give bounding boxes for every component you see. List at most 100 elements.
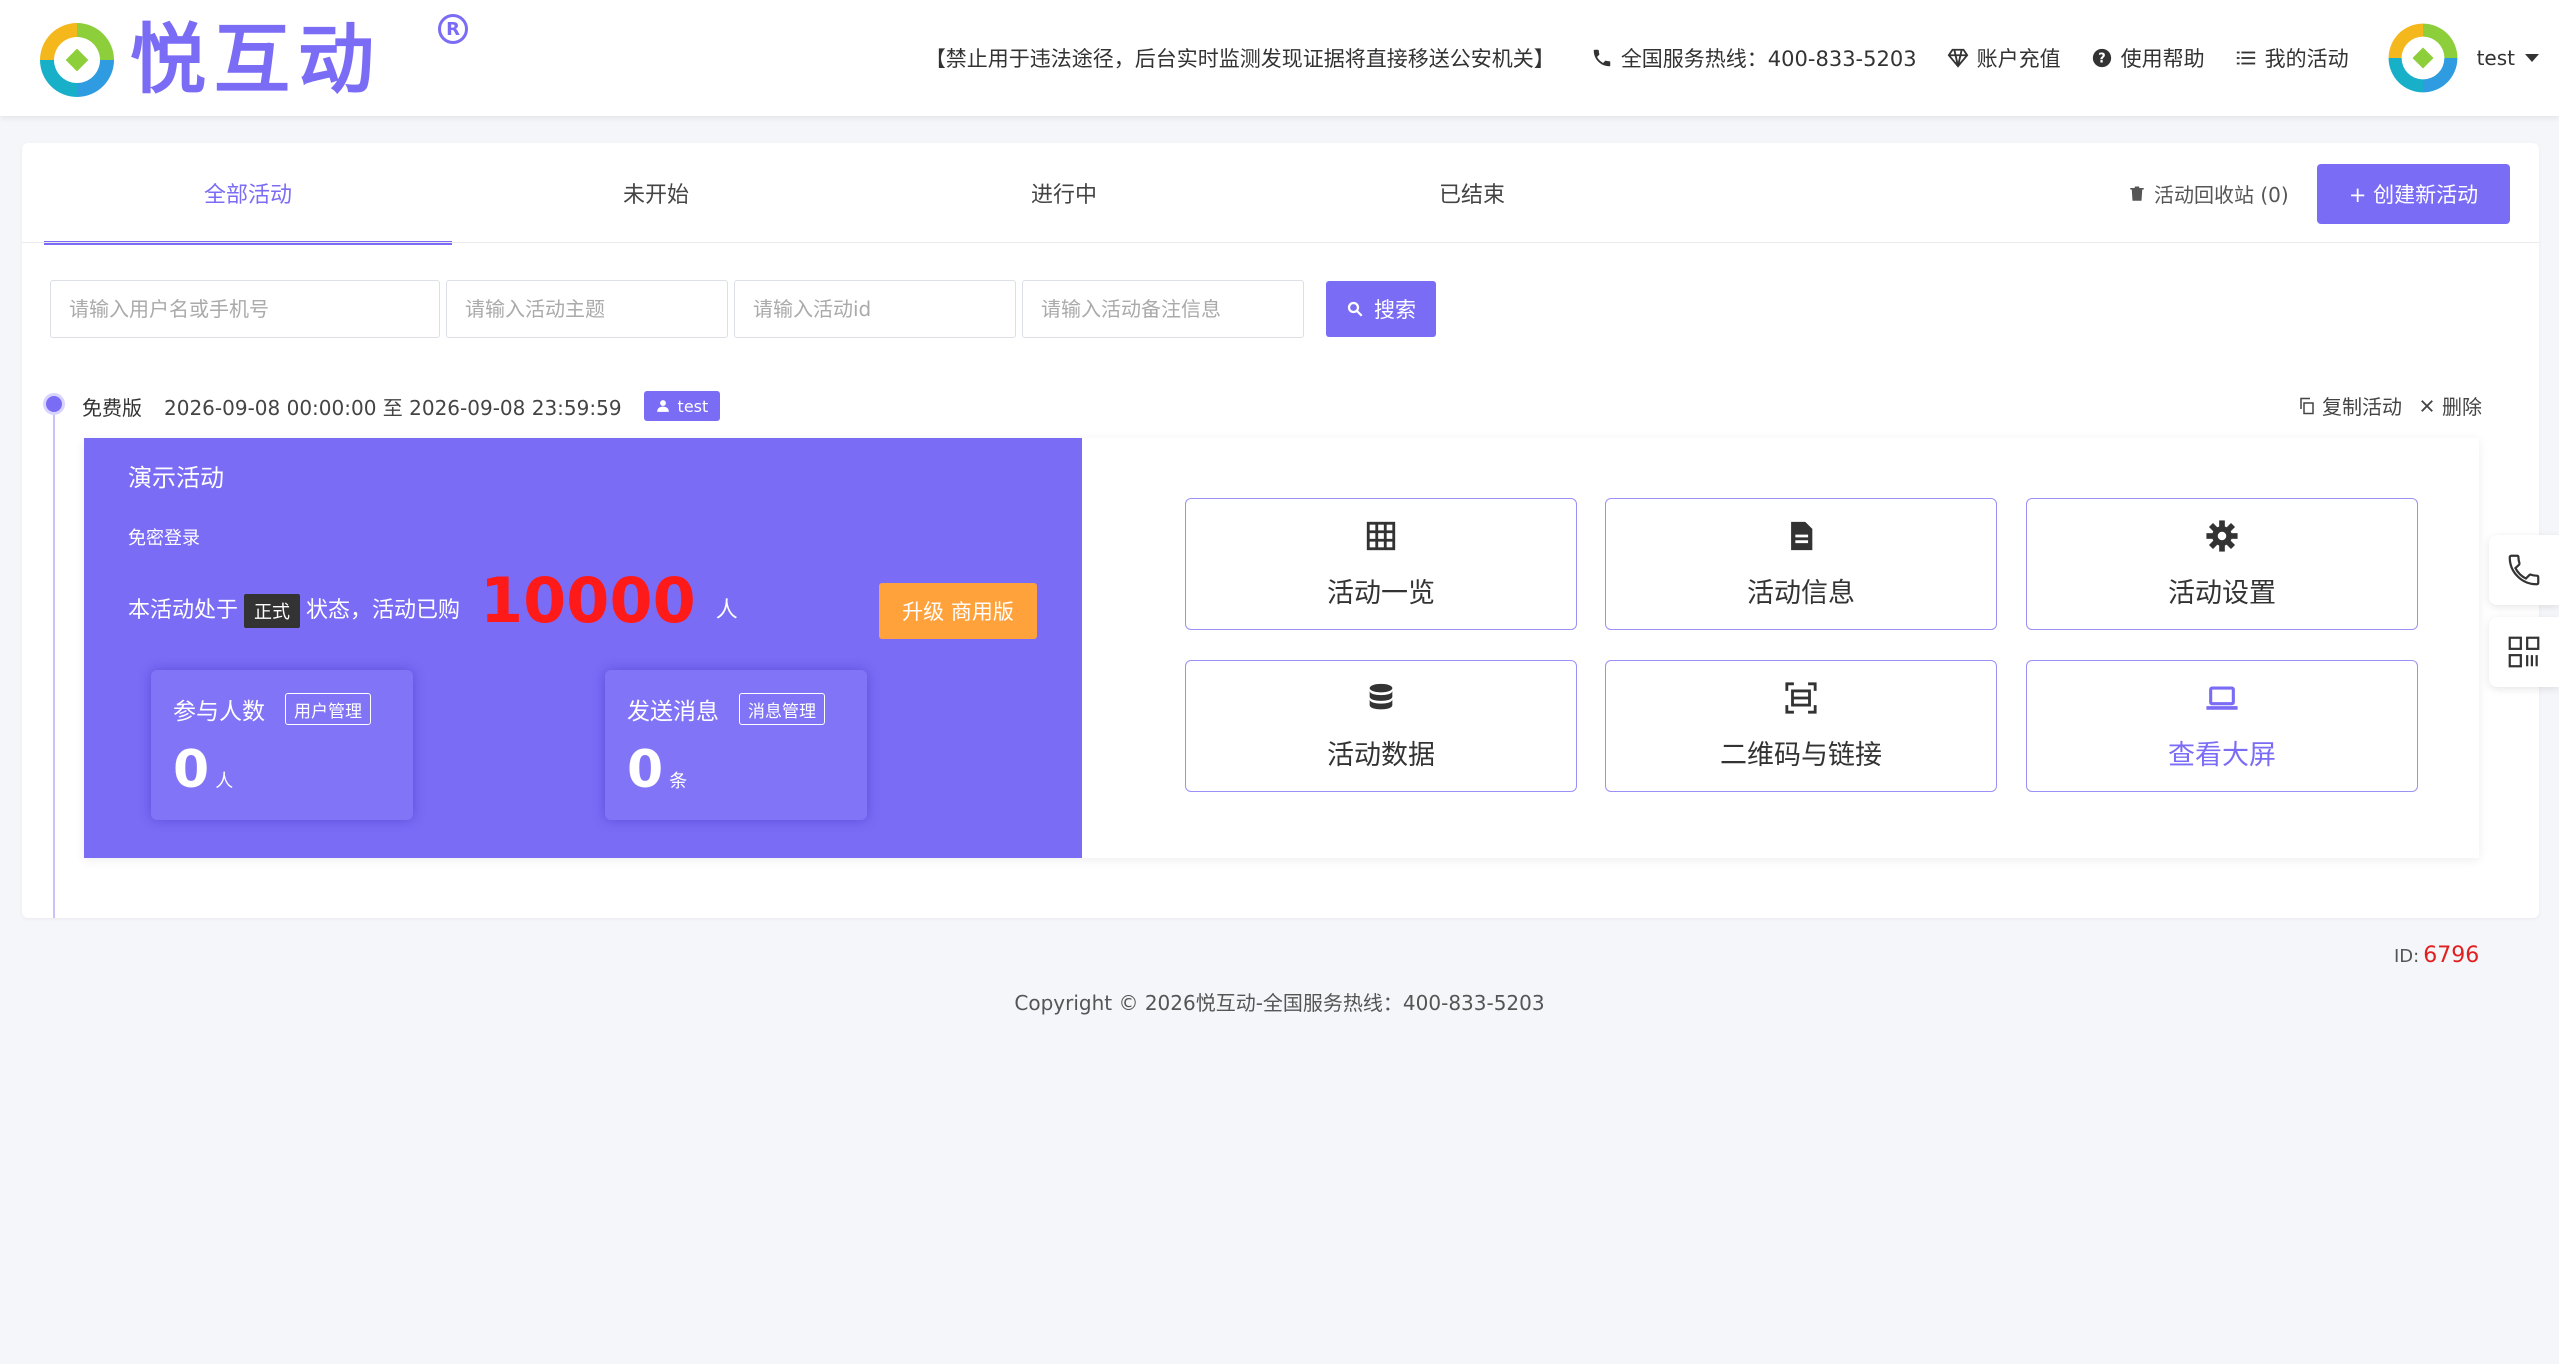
qrcode-button[interactable] bbox=[2489, 617, 2559, 687]
laptop-icon bbox=[2206, 686, 2238, 710]
qrcode-link-button[interactable]: 二维码与链接 bbox=[1605, 660, 1997, 792]
floating-side-tools bbox=[2489, 535, 2559, 699]
user-search-input[interactable] bbox=[50, 280, 440, 338]
hotline-text: 全国服务热线：400-833-5203 bbox=[1620, 47, 1917, 71]
status-prefix: 本活动处于 bbox=[128, 598, 239, 623]
owner-name: test bbox=[677, 396, 709, 416]
top-header: 悦互动 R 【禁止用于违法途径，后台实时监测发现证据将直接移送公安机关】 全国服… bbox=[0, 0, 2559, 116]
remark-search-input[interactable] bbox=[1022, 280, 1304, 338]
messages-stat: 发送消息 消息管理 0 条 bbox=[605, 670, 867, 820]
login-mode: 免密登录 bbox=[128, 528, 200, 549]
grid-icon bbox=[1366, 521, 1396, 550]
activity-card: 演示活动 免密登录 本活动处于 正式 状态，活动已购 10000 人 升级 商用… bbox=[84, 438, 2479, 968]
gear-icon bbox=[2206, 519, 2238, 552]
version-label: 免费版 bbox=[82, 395, 142, 420]
tab-ended[interactable]: 已结束 bbox=[1268, 143, 1676, 243]
search-button[interactable]: 搜索 bbox=[1326, 281, 1436, 337]
tab-in-progress[interactable]: 进行中 bbox=[860, 143, 1268, 243]
activity-status-line: 本活动处于 正式 状态，活动已购 10000 人 bbox=[128, 570, 738, 632]
close-icon bbox=[2421, 399, 2433, 412]
user-name: test bbox=[2476, 46, 2515, 70]
footer-copyright: Copyright © 2026悦互动-全国服务热线：400-833-5203 bbox=[1014, 991, 1545, 1015]
messages-unit: 条 bbox=[669, 771, 688, 792]
activity-meta: 免费版 2026-09-08 00:00:00 至 2026-09-08 23:… bbox=[82, 391, 721, 421]
logo-text: 悦互动 bbox=[130, 15, 382, 104]
activity-list-card: 全部活动 未开始 进行中 已结束 活动回收站 (0) + 创建新活动 搜索 免费… bbox=[22, 143, 2539, 968]
purchased-unit: 人 bbox=[715, 598, 738, 623]
delete-activity-button[interactable]: 删除 bbox=[2418, 391, 2482, 420]
tabs-divider bbox=[22, 242, 2539, 243]
search-button-label: 搜索 bbox=[1374, 298, 1416, 322]
recharge-link[interactable]: 账户充值 bbox=[1947, 43, 2061, 73]
trash-icon bbox=[2130, 186, 2144, 201]
activity-id-value: 6796 bbox=[2423, 943, 2480, 968]
participants-stat: 参与人数 用户管理 0 人 bbox=[151, 670, 413, 820]
diamond-icon bbox=[1947, 48, 1968, 68]
message-management-button[interactable]: 消息管理 bbox=[739, 693, 825, 725]
id-search-input[interactable] bbox=[734, 280, 1016, 338]
my-activities-link[interactable]: 我的活动 bbox=[2235, 43, 2349, 73]
search-icon bbox=[1347, 301, 1363, 317]
activity-title: 演示活动 bbox=[128, 464, 224, 492]
registered-mark: R bbox=[438, 14, 468, 44]
create-activity-button[interactable]: + 创建新活动 bbox=[2317, 164, 2510, 224]
activity-data-label: 活动数据 bbox=[1327, 739, 1435, 771]
activity-info-button[interactable]: 活动信息 bbox=[1605, 498, 1997, 630]
delete-activity-label: 删除 bbox=[2442, 395, 2482, 419]
big-screen-button[interactable]: 查看大屏 bbox=[2026, 660, 2418, 792]
activity-ops: 复制活动 删除 bbox=[2282, 391, 2482, 420]
topic-search-input[interactable] bbox=[446, 280, 728, 338]
activity-settings-button[interactable]: 活动设置 bbox=[2026, 498, 2418, 630]
recharge-text: 账户充值 bbox=[1976, 47, 2061, 71]
document-icon bbox=[1791, 521, 1813, 550]
my-activities-text: 我的活动 bbox=[2264, 47, 2349, 71]
participants-label: 参与人数 bbox=[173, 699, 265, 725]
activity-overview-label: 活动一览 bbox=[1327, 577, 1435, 609]
purchased-count: 10000 bbox=[480, 564, 696, 637]
messages-value: 0 bbox=[627, 740, 664, 800]
timeline-line bbox=[53, 405, 55, 918]
copy-activity-button[interactable]: 复制活动 bbox=[2298, 391, 2402, 420]
user-menu[interactable]: test bbox=[2477, 46, 2539, 70]
user-management-button[interactable]: 用户管理 bbox=[285, 693, 371, 725]
svg-text:?: ? bbox=[2098, 52, 2105, 67]
participants-unit: 人 bbox=[215, 771, 234, 792]
timeline-dot bbox=[43, 393, 65, 415]
activity-overview-button[interactable]: 活动一览 bbox=[1185, 498, 1577, 630]
hotline-link[interactable]: 全国服务热线：400-833-5203 bbox=[1591, 43, 1917, 73]
user-icon bbox=[656, 400, 669, 412]
logo-mark-icon bbox=[34, 17, 120, 103]
upgrade-button[interactable]: 升级 商用版 bbox=[879, 583, 1037, 639]
brand-logo[interactable]: 悦互动 R bbox=[34, 10, 468, 110]
participants-value: 0 bbox=[173, 740, 210, 800]
phone-icon bbox=[1593, 49, 1611, 67]
legal-notice: 【禁止用于违法途径，后台实时监测发现证据将直接移送公安机关】 bbox=[924, 47, 1555, 71]
contact-phone-button[interactable] bbox=[2489, 535, 2559, 605]
tab-not-started[interactable]: 未开始 bbox=[452, 143, 860, 243]
recycle-bin-text: 活动回收站 (0) bbox=[2154, 183, 2289, 207]
activity-data-button[interactable]: 活动数据 bbox=[1185, 660, 1577, 792]
search-bar: 搜索 bbox=[50, 280, 1436, 338]
recycle-bin-link[interactable]: 活动回收站 (0) bbox=[2128, 179, 2289, 208]
tab-all[interactable]: 全部活动 bbox=[44, 143, 452, 245]
messages-label: 发送消息 bbox=[627, 699, 719, 725]
activity-settings-label: 活动设置 bbox=[2168, 577, 2276, 609]
activity-id: ID: 6796 bbox=[2394, 943, 2479, 968]
qrcode-link-label: 二维码与链接 bbox=[1720, 739, 1882, 771]
status-badge: 正式 bbox=[244, 594, 301, 628]
caret-down-icon bbox=[2525, 54, 2539, 62]
activity-id-label: ID: bbox=[2394, 946, 2420, 967]
phone-icon bbox=[2508, 554, 2540, 586]
qrcode-icon bbox=[2508, 636, 2540, 668]
database-icon bbox=[1369, 683, 1393, 709]
question-icon: ? bbox=[2092, 48, 2111, 68]
help-link[interactable]: ? 使用帮助 bbox=[2091, 43, 2205, 73]
big-screen-label: 查看大屏 bbox=[2168, 739, 2276, 771]
time-range: 2026-09-08 00:00:00 至 2026-09-08 23:59:5… bbox=[164, 395, 622, 420]
status-suffix: 状态，活动已购 bbox=[306, 598, 461, 623]
help-text: 使用帮助 bbox=[2120, 47, 2205, 71]
activity-info-label: 活动信息 bbox=[1747, 577, 1855, 609]
user-avatar[interactable] bbox=[2383, 18, 2463, 98]
list-icon bbox=[2236, 51, 2255, 65]
copy-icon bbox=[2300, 397, 2314, 414]
